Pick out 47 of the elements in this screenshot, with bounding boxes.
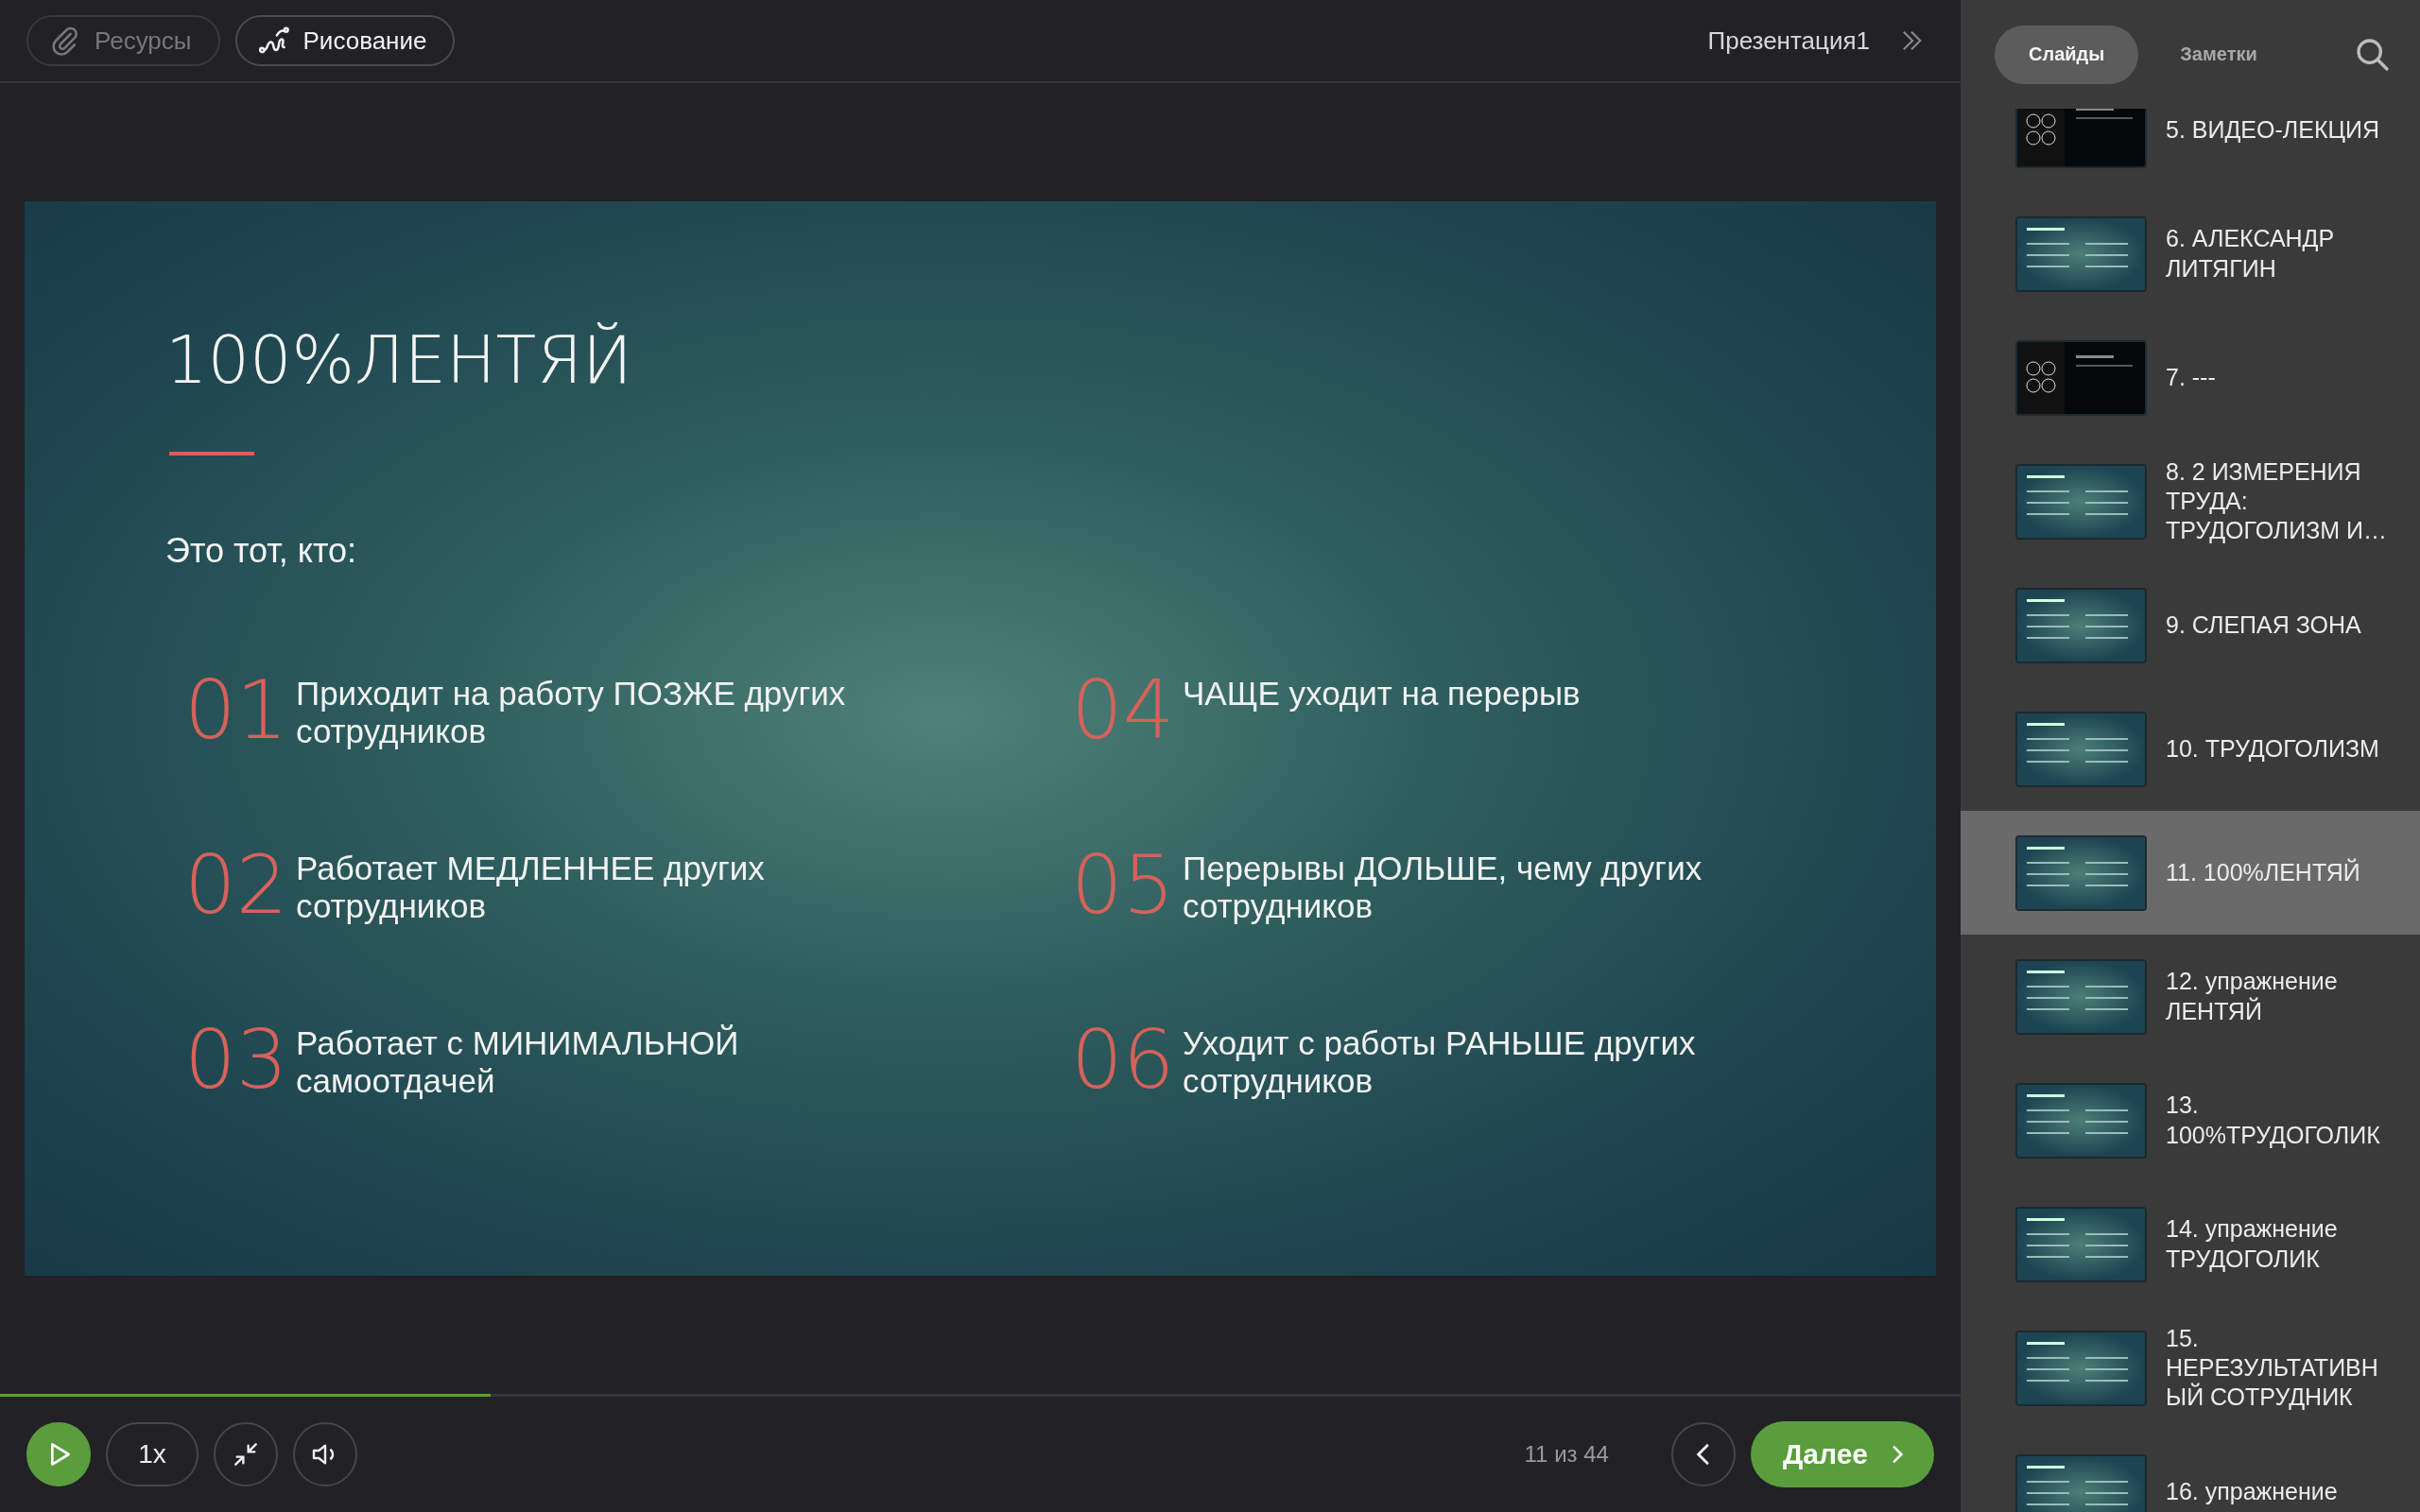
- slide-list-item[interactable]: 14. упражнение ТРУДОГОЛИК: [1961, 1182, 2420, 1306]
- slide-list-item[interactable]: 6. АЛЕКСАНДР ЛИТЯГИН: [1961, 192, 2420, 316]
- collapse-button[interactable]: [214, 1422, 278, 1486]
- presentation-title: Презентация1: [1707, 26, 1870, 56]
- item-number: 06: [1071, 1010, 1175, 1108]
- progress-bar[interactable]: [0, 1394, 1961, 1397]
- item-number: 04: [1071, 661, 1175, 759]
- item-text: Работает МЕДЛЕННЕЕ других сотрудников: [296, 849, 766, 927]
- slide-label: 9. СЛЕПАЯ ЗОНА: [2166, 610, 2362, 640]
- slide-label: 7. ---: [2166, 362, 2217, 392]
- slide-intro: Это тот, кто:: [165, 530, 358, 571]
- item-text: Перерывы ДОЛЬШЕ, чему других сотрудников: [1183, 849, 1703, 927]
- slide-title: 100%ЛЕНТЯЙ: [165, 320, 632, 401]
- slide-list-item[interactable]: 10. ТРУДОГОЛИЗМ: [1961, 687, 2420, 811]
- slide-list-item[interactable]: 9. СЛЕПАЯ ЗОНА: [1961, 563, 2420, 687]
- slide-list-item[interactable]: 16. упражнение: [1961, 1430, 2420, 1512]
- slide-list-item[interactable]: 12. упражнение ЛЕНТЯЙ: [1961, 935, 2420, 1058]
- slide-list-item[interactable]: 11. 100%ЛЕНТЯЙ: [1961, 811, 2420, 935]
- slide-label: 10. ТРУДОГОЛИЗМ: [2166, 733, 2380, 764]
- slide-label: 5. ВИДЕО-ЛЕКЦИЯ: [2166, 114, 2380, 145]
- slide-label: 11. 100%ЛЕНТЯЙ: [2166, 857, 2361, 887]
- slide-list-item[interactable]: 15. НЕРЕЗУЛЬТАТИВНЫЙ СОТРУДНИК: [1961, 1306, 2420, 1430]
- slide-counter: 11 из 44: [1524, 1441, 1609, 1468]
- speed-button[interactable]: 1x: [106, 1422, 199, 1486]
- slide-label: 15. НЕРЕЗУЛЬТАТИВНЫЙ СОТРУДНИК: [2166, 1323, 2379, 1413]
- slide-label: 12. упражнение ЛЕНТЯЙ: [2166, 967, 2339, 1026]
- slide-label: 8. 2 ИЗМЕРЕНИЯ ТРУДА: ТРУДОГОЛИЗМ И…: [2166, 456, 2389, 546]
- slide-list-item[interactable]: 13. 100%ТРУДОГОЛИК: [1961, 1058, 2420, 1182]
- sidebar-tab[interactable]: Заметки: [2146, 25, 2291, 84]
- slide-list-item[interactable]: 5. ВИДЕО-ЛЕКЦИЯ: [1961, 109, 2420, 192]
- slide-list-item[interactable]: 8. 2 ИЗМЕРЕНИЯ ТРУДА: ТРУДОГОЛИЗМ И…: [1961, 439, 2420, 563]
- toolbar-button[interactable]: Рисование: [234, 15, 456, 66]
- item-text: Приходит на работу ПОЗЖЕ других сотрудников: [296, 674, 847, 752]
- volume-button[interactable]: [293, 1422, 357, 1486]
- item-number: 05: [1071, 835, 1175, 934]
- sidebar-tab[interactable]: Слайды: [1995, 25, 2139, 84]
- item-text: Уходит с работы РАНЬШЕ других сотрудников: [1183, 1023, 1697, 1102]
- item-text: ЧАЩЕ уходит на перерыв: [1183, 674, 1582, 713]
- slide-label: 14. упражнение ТРУДОГОЛИК: [2166, 1214, 2339, 1274]
- slide-label: 6. АЛЕКСАНДР ЛИТЯГИН: [2166, 224, 2336, 284]
- slide-label: 13. 100%ТРУДОГОЛИК: [2166, 1091, 2381, 1150]
- item-text: Работает с МИНИМАЛЬНОЙ самоотдачей: [296, 1023, 740, 1102]
- item-number: 01: [184, 661, 288, 759]
- item-number: 02: [184, 835, 288, 934]
- slide-list-item[interactable]: 7. ---: [1961, 316, 2420, 439]
- slide-label: 16. упражнение: [2166, 1476, 2339, 1506]
- item-number: 03: [184, 1010, 288, 1108]
